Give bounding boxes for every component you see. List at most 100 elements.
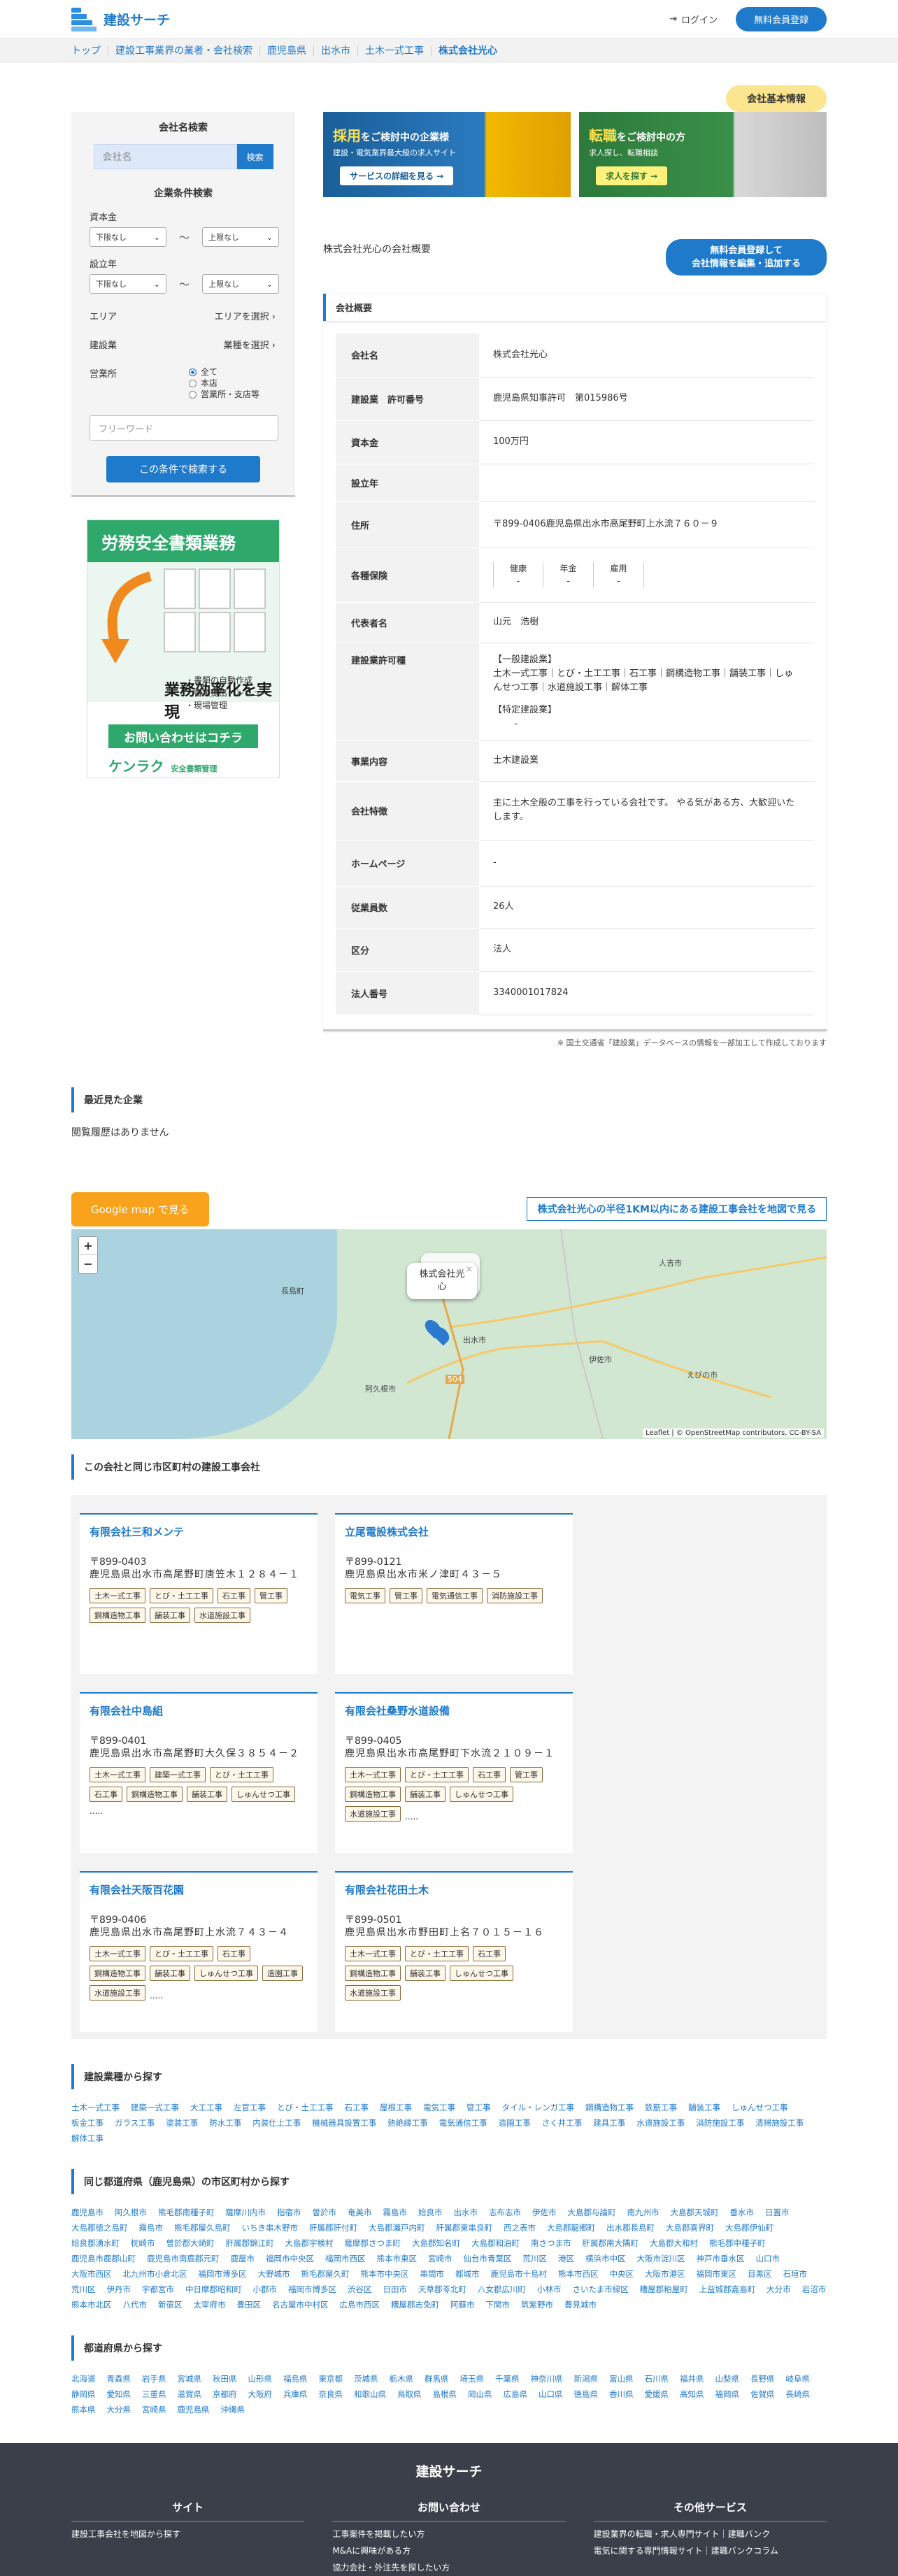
city-link[interactable]: 大阪市淀川区	[637, 2253, 685, 2264]
capital-min-select[interactable]: 下限なし ⌄	[90, 227, 166, 247]
city-link[interactable]: 山口市	[756, 2253, 781, 2264]
pref-link[interactable]: 千葉県	[495, 2373, 520, 2384]
footer-link[interactable]: 電気に関する専門情報サイト｜建職バンクコラム	[594, 2546, 827, 2556]
city-link[interactable]: 熊毛郡屋久島町	[174, 2222, 231, 2233]
pref-link[interactable]: 栃木県	[390, 2373, 414, 2384]
pref-link[interactable]: 長崎県	[786, 2389, 811, 2400]
city-link[interactable]: 熊毛郡中種子町	[709, 2238, 766, 2249]
city-link[interactable]: 薩摩郡さつま町	[345, 2238, 401, 2249]
radius-map-link[interactable]: 株式会社光心の半径1KM以内にある建設工事会社を地図で見る	[527, 1197, 827, 1221]
city-link[interactable]: 伊佐市	[532, 2207, 557, 2218]
pref-link[interactable]: 愛知県	[107, 2389, 131, 2400]
type-link[interactable]: 電気通信工事	[439, 2117, 487, 2128]
breadcrumb-item[interactable]: トップ	[71, 45, 108, 56]
pref-link[interactable]: 東京都	[319, 2373, 343, 2384]
city-link[interactable]: 八女郡広川町	[478, 2284, 526, 2295]
city-link[interactable]: 鹿屋市	[231, 2253, 255, 2264]
type-link[interactable]: さく井工事	[542, 2117, 583, 2128]
city-link[interactable]: 指宿市	[277, 2207, 301, 2218]
established-min-select[interactable]: 下限なし ⌄	[90, 274, 166, 294]
city-link[interactable]: 大分市	[767, 2284, 791, 2295]
pref-link[interactable]: 岡山県	[468, 2389, 492, 2400]
city-link[interactable]: 南九州市	[627, 2207, 660, 2218]
zoom-out-button[interactable]: −	[79, 1255, 97, 1273]
city-link[interactable]: 大島郡徳之島町	[71, 2222, 128, 2233]
pref-link[interactable]: 岐阜県	[786, 2373, 811, 2384]
city-link[interactable]: 宮崎市	[428, 2253, 452, 2264]
type-link[interactable]: しゅんせつ工事	[732, 2102, 788, 2113]
ad-cta-button[interactable]: お問い合わせはコチラ	[108, 724, 258, 748]
city-link[interactable]: 霧島市	[383, 2207, 408, 2218]
pref-link[interactable]: 大分県	[107, 2404, 131, 2415]
type-link[interactable]: 鋼構造物工事	[585, 2102, 634, 2113]
pref-link[interactable]: 福井県	[680, 2373, 704, 2384]
city-link[interactable]: 日置市	[765, 2207, 790, 2218]
city-link[interactable]: 福岡市東区	[697, 2268, 737, 2280]
city-link[interactable]: 岩沼市	[802, 2284, 827, 2295]
freeword-input[interactable]: フリーワード	[90, 415, 278, 441]
city-link[interactable]: 都城市	[455, 2268, 480, 2280]
pref-link[interactable]: 沖縄県	[221, 2404, 245, 2415]
footer-link[interactable]: 建設工事会社を地図から探す	[71, 2529, 304, 2539]
type-link[interactable]: 建築一式工事	[131, 2102, 179, 2113]
city-link[interactable]: 薩摩川内市	[226, 2207, 266, 2218]
pref-link[interactable]: 青森県	[107, 2373, 131, 2384]
type-link[interactable]: 鉄筋工事	[645, 2102, 677, 2113]
company-name[interactable]: 有限会社桑野水道設備	[345, 1703, 563, 1718]
city-link[interactable]: 出水郡長島町	[606, 2222, 655, 2233]
city-link[interactable]: 小郡市	[253, 2284, 278, 2295]
company-name[interactable]: 有限会社中島組	[90, 1703, 308, 1718]
pref-link[interactable]: 京都府	[213, 2389, 237, 2400]
city-link[interactable]: 奄美市	[348, 2207, 372, 2218]
pref-link[interactable]: 山梨県	[715, 2373, 740, 2384]
banner-button[interactable]: サービスの詳細を見る →	[340, 166, 454, 185]
type-link[interactable]: 清掃施設工事	[755, 2117, 804, 2128]
pref-link[interactable]: 広島県	[504, 2389, 528, 2400]
footer-link[interactable]: 工事案件を掲載したい方	[332, 2529, 565, 2539]
company-card[interactable]: 有限会社中島組 〒899-0401 鹿児島県出水市高尾野町大久保３８５４－２ 土…	[80, 1691, 318, 1853]
city-link[interactable]: 日田市	[383, 2284, 408, 2295]
city-link[interactable]: 天草郡苓北町	[418, 2284, 466, 2295]
city-link[interactable]: 志布志市	[489, 2207, 521, 2218]
pref-link[interactable]: 群馬県	[425, 2373, 449, 2384]
recruit-banner[interactable]: 採用をご検討中の企業様 建設・電気業界最大級の求人サイト サービスの詳細を見る …	[323, 112, 571, 197]
city-link[interactable]: 糟屋郡志免町	[391, 2299, 439, 2310]
type-link[interactable]: 板金工事	[71, 2117, 104, 2128]
pref-link[interactable]: 静岡県	[71, 2389, 96, 2400]
city-link[interactable]: 広島市西区	[340, 2299, 380, 2310]
pref-link[interactable]: 大阪府	[248, 2389, 273, 2400]
city-link[interactable]: 筑紫野市	[521, 2299, 553, 2310]
city-link[interactable]: 肝属郡肝付町	[309, 2222, 357, 2233]
pref-link[interactable]: 熊本県	[71, 2404, 96, 2415]
type-link[interactable]: 管工事	[466, 2102, 491, 2113]
breadcrumb-item[interactable]: 建設工事業界の業者・会社検索	[108, 45, 260, 56]
login-link[interactable]: ⇥ ログイン	[669, 13, 718, 26]
breadcrumb-item[interactable]: 出水市	[314, 45, 358, 56]
pref-link[interactable]: 島根県	[433, 2389, 457, 2400]
city-link[interactable]: 中日摩郡昭和町	[185, 2284, 242, 2295]
pref-link[interactable]: 佐賀県	[750, 2389, 775, 2400]
city-link[interactable]: 出水市	[454, 2207, 478, 2218]
city-link[interactable]: 肝属郡東串良町	[436, 2222, 493, 2233]
company-name[interactable]: 有限会社天阪百花園	[90, 1882, 308, 1897]
city-link[interactable]: 太宰府市	[194, 2299, 226, 2310]
city-link[interactable]: 霧島市	[139, 2222, 164, 2233]
city-link[interactable]: 福岡市博多区	[199, 2268, 247, 2280]
city-link[interactable]: 鹿児島市	[71, 2207, 104, 2218]
city-link[interactable]: 枕崎市	[131, 2238, 155, 2249]
type-link[interactable]: 防水工事	[209, 2117, 241, 2128]
city-link[interactable]: 肝属郡南大隅町	[583, 2238, 639, 2249]
city-link[interactable]: 西之表市	[504, 2222, 536, 2233]
pref-link[interactable]: 宮崎県	[142, 2404, 166, 2415]
city-link[interactable]: 福岡市中央区	[266, 2253, 314, 2264]
city-link[interactable]: 神戸市垂水区	[697, 2253, 745, 2264]
pref-link[interactable]: 愛媛県	[645, 2389, 669, 2400]
pref-link[interactable]: 香川県	[609, 2389, 634, 2400]
city-link[interactable]: 熊本市東区	[377, 2253, 418, 2264]
city-link[interactable]: 鹿児島市十島村	[491, 2268, 548, 2280]
pref-link[interactable]: 新潟県	[574, 2373, 599, 2384]
condition-search-button[interactable]: この条件で検索する	[106, 456, 260, 482]
pref-link[interactable]: 石川県	[645, 2373, 669, 2384]
city-link[interactable]: 垂水市	[730, 2207, 755, 2218]
pref-link[interactable]: 和歌山県	[354, 2389, 386, 2400]
